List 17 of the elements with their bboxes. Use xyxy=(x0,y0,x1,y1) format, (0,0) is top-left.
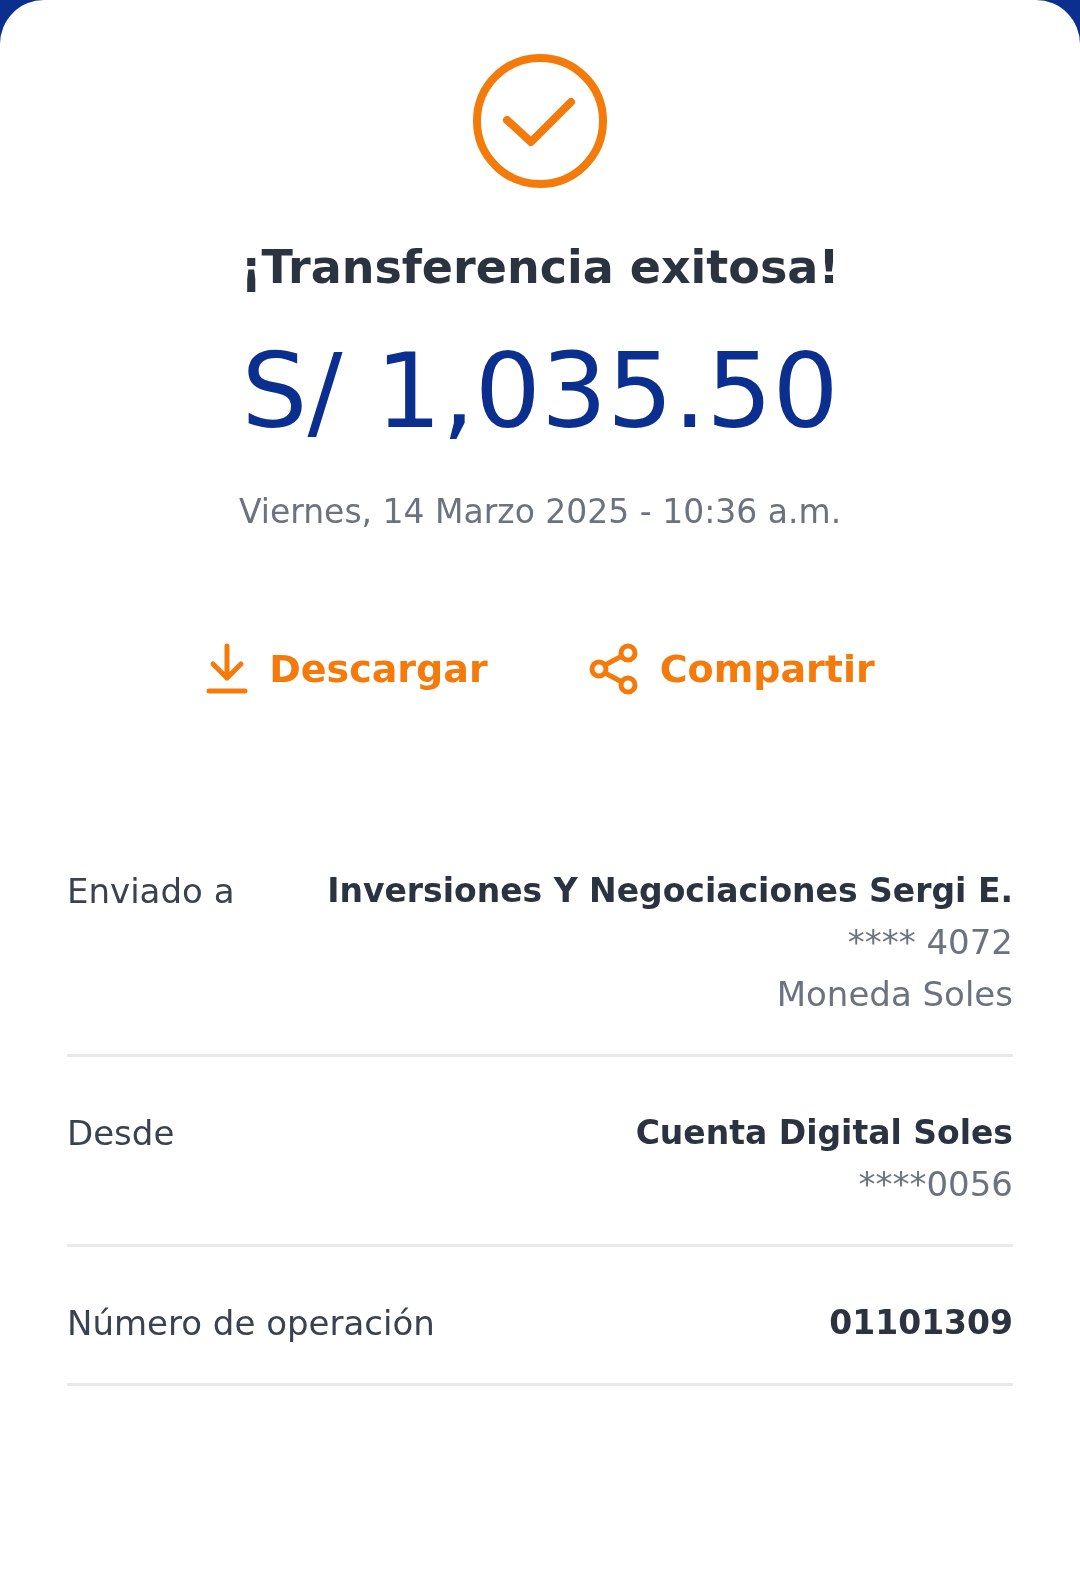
detail-value: Inversiones Y Negociaciones Sergi E. xyxy=(327,871,1013,911)
detail-label: Número de operación xyxy=(67,1303,435,1344)
detail-value: Cuenta Digital Soles xyxy=(635,1113,1013,1153)
date-time: Viernes, 14 Marzo 2025 - 10:36 a.m. xyxy=(238,492,842,532)
detail-value: Moneda Soles xyxy=(776,974,1013,1015)
amount: S/ 1,035.50 xyxy=(241,334,839,449)
detail-value: 01101309 xyxy=(829,1303,1013,1343)
success-check-icon xyxy=(471,52,609,190)
detail-label: Desde xyxy=(67,1113,175,1156)
share-icon xyxy=(587,643,640,696)
share-button[interactable]: Compartir xyxy=(587,643,875,696)
success-title: ¡Transferencia exitosa! xyxy=(240,240,840,294)
download-icon xyxy=(205,643,250,696)
detail-label: Enviado a xyxy=(67,871,235,914)
detail-value: **** 4072 xyxy=(847,922,1013,963)
download-button[interactable]: Descargar xyxy=(205,643,488,696)
detail-value: ****0056 xyxy=(858,1164,1013,1205)
